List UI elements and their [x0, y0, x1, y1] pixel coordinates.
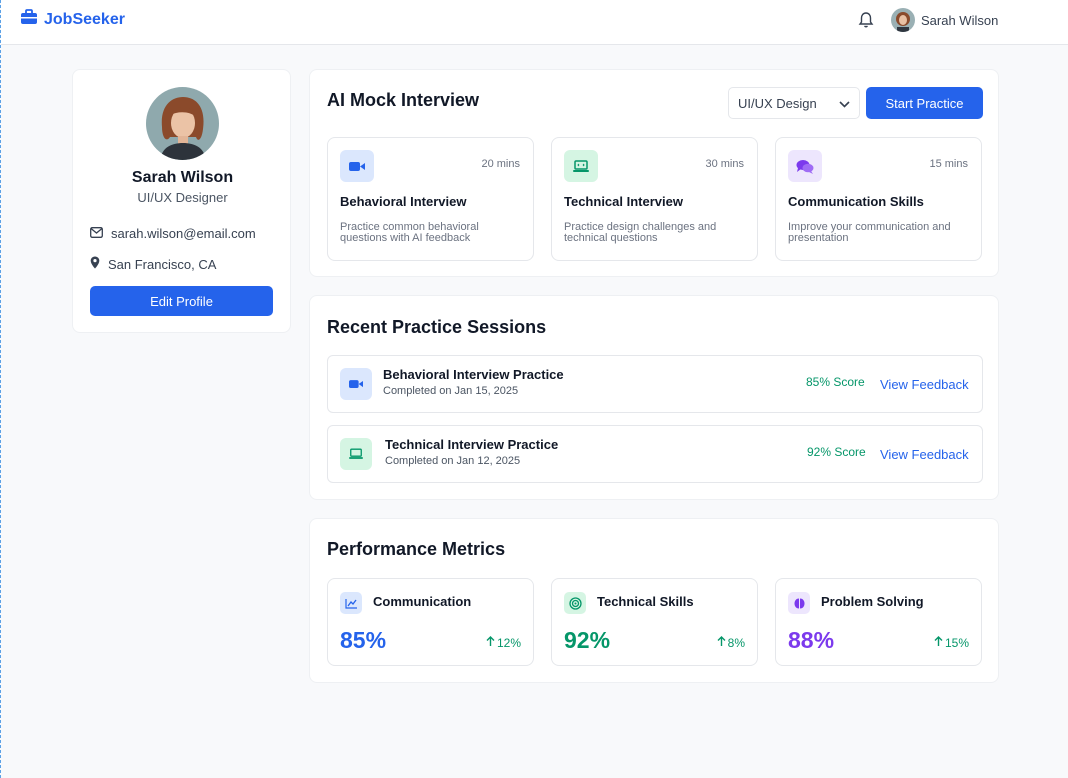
metric-change-value: 12%: [496, 636, 521, 650]
target-icon: [564, 592, 586, 614]
user-name: Sarah Wilson: [921, 12, 999, 28]
session-row[interactable]: Technical Interview Practice Completed o…: [327, 425, 983, 483]
session-score: 85% Score: [806, 375, 865, 389]
laptop-code-icon: [564, 150, 598, 182]
envelope-icon: [90, 226, 103, 241]
session-title: Technical Interview Practice: [385, 437, 559, 452]
card-description: Practice common behavioral questions wit…: [340, 221, 479, 244]
metric-label: Problem Solving: [821, 594, 924, 609]
role-select[interactable]: UI/UX Design: [728, 87, 860, 119]
avatar: [891, 8, 915, 32]
profile-card: Sarah Wilson UI/UX Designer sarah.wilson…: [72, 69, 291, 333]
select-value: UI/UX Design: [738, 95, 817, 111]
section-title: Performance Metrics: [327, 539, 506, 559]
performance-metrics-section: Performance Metrics Communication 85% 12…: [309, 518, 999, 683]
section-title: AI Mock Interview: [327, 90, 480, 110]
metric-label: Communication: [373, 594, 472, 609]
arrow-up-icon: [486, 636, 495, 650]
session-title: Behavioral Interview Practice: [383, 367, 564, 382]
session-date: Completed on Jan 12, 2025: [385, 455, 521, 467]
card-title: Behavioral Interview: [340, 194, 467, 209]
metric-change-value: 8%: [727, 636, 745, 650]
metric-label: Technical Skills: [597, 594, 694, 609]
metric-value: 88%: [788, 627, 835, 653]
chat-bubbles-icon: [788, 150, 822, 182]
location-row: San Francisco, CA: [90, 256, 216, 272]
profile-role: UI/UX Designer: [137, 190, 228, 205]
duration: 20 mins: [481, 158, 520, 170]
card-title: Technical Interview: [564, 194, 683, 209]
video-icon: [340, 368, 372, 400]
line-chart-icon: [340, 592, 362, 614]
chevron-down-icon: [839, 96, 850, 111]
metric-change-value: 15%: [944, 636, 969, 650]
metric-change: 12%: [486, 636, 521, 650]
interview-card-technical[interactable]: 30 mins Technical Interview Practice des…: [551, 137, 758, 261]
video-icon: [340, 150, 374, 182]
metric-card-problem-solving: Problem Solving 88% 15%: [775, 578, 982, 666]
email-text: sarah.wilson@email.com: [111, 226, 256, 241]
mock-interview-section: AI Mock Interview UI/UX Design Start Pra…: [309, 69, 999, 277]
recent-sessions-section: Recent Practice Sessions Behavioral Inte…: [309, 295, 999, 500]
arrow-up-icon: [717, 636, 726, 650]
edit-profile-button[interactable]: Edit Profile: [90, 286, 273, 316]
metric-value: 92%: [564, 627, 611, 653]
view-feedback-link[interactable]: View Feedback: [880, 377, 969, 392]
view-feedback-link[interactable]: View Feedback: [880, 447, 969, 462]
duration: 15 mins: [929, 158, 968, 170]
start-practice-button[interactable]: Start Practice: [866, 87, 983, 119]
session-date: Completed on Jan 15, 2025: [383, 385, 519, 397]
briefcase-icon: [20, 9, 38, 30]
duration: 30 mins: [705, 158, 744, 170]
arrow-up-icon: [934, 636, 943, 650]
session-row[interactable]: Behavioral Interview Practice Completed …: [327, 355, 983, 413]
metric-change: 15%: [934, 636, 969, 650]
metric-card-technical: Technical Skills 92% 8%: [551, 578, 758, 666]
brand-name: JobSeeker: [44, 10, 125, 28]
card-description: Improve your communication and presentat…: [788, 221, 951, 244]
profile-name: Sarah Wilson: [131, 169, 234, 186]
brain-icon: [788, 592, 810, 614]
metric-card-communication: Communication 85% 12%: [327, 578, 534, 666]
location-text: San Francisco, CA: [108, 256, 217, 272]
top-navbar: JobSeeker Sarah Wilson: [1, 0, 1068, 45]
profile-avatar: [146, 87, 219, 160]
card-description: Practice design challenges and technical…: [564, 221, 717, 244]
user-menu[interactable]: Sarah Wilson: [891, 8, 998, 32]
metric-value: 85%: [340, 627, 387, 653]
email-row: sarah.wilson@email.com: [90, 226, 256, 241]
bell-icon[interactable]: [858, 11, 876, 31]
brand-logo[interactable]: JobSeeker: [20, 9, 125, 30]
session-score: 92% Score: [807, 445, 866, 459]
map-pin-icon: [90, 256, 100, 272]
interview-card-communication[interactable]: 15 mins Communication Skills Improve you…: [775, 137, 982, 261]
metric-change: 8%: [717, 636, 745, 650]
card-title: Communication Skills: [788, 194, 924, 209]
laptop-code-icon: [340, 438, 372, 470]
interview-card-behavioral[interactable]: 20 mins Behavioral Interview Practice co…: [327, 137, 534, 261]
section-title: Recent Practice Sessions: [327, 317, 547, 337]
